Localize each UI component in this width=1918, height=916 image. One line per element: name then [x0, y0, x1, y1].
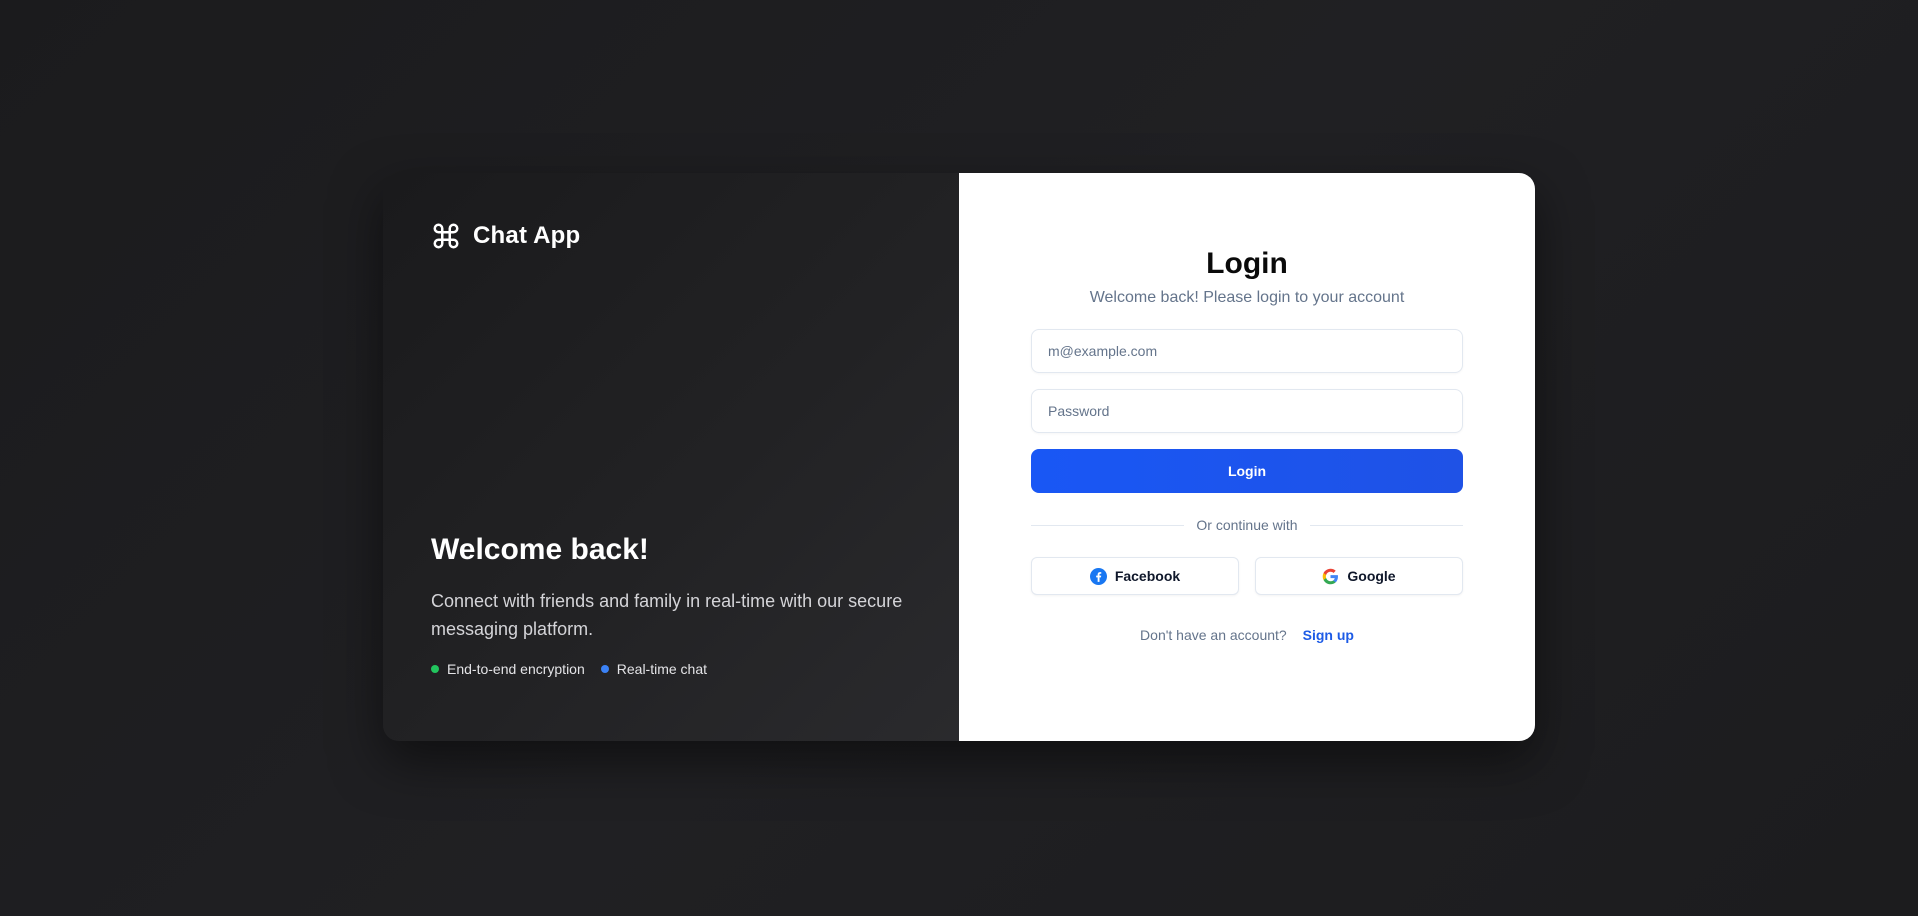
facebook-icon [1089, 567, 1107, 585]
hero-description: Connect with friends and family in real-… [431, 591, 903, 639]
password-field[interactable] [1031, 389, 1463, 433]
login-button[interactable]: Login [1031, 449, 1463, 493]
login-panel: Login Welcome back! Please login to your… [959, 173, 1535, 741]
facebook-label: Facebook [1114, 568, 1181, 584]
email-field[interactable] [1031, 329, 1463, 373]
green-dot-icon [431, 665, 439, 673]
google-label: Google [1347, 568, 1396, 584]
social-login-buttons: Facebook Google [1031, 557, 1463, 595]
hero-title: Welcome back! [431, 533, 649, 566]
hero-section: Welcome back! Connect with friends and f… [431, 533, 921, 677]
signup-row: Don't have an account? Sign up [1031, 627, 1463, 643]
login-card: Chat App Welcome back! Connect with frie… [383, 173, 1535, 741]
google-login-button[interactable]: Google [1255, 557, 1463, 595]
login-subtitle: Welcome back! Please login to your accou… [1089, 289, 1405, 306]
welcome-panel: Chat App Welcome back! Connect with frie… [383, 173, 959, 741]
login-form: Login Welcome back! Please login to your… [1031, 245, 1464, 643]
google-icon [1322, 568, 1339, 585]
feature-item-encryption: End-to-end encryption [431, 661, 585, 677]
login-title: Login [1206, 247, 1288, 280]
facebook-login-button[interactable]: Facebook [1031, 557, 1239, 595]
feature-list: End-to-end encryption Real-time chat [431, 661, 921, 677]
feature-item-realtime: Real-time chat [600, 661, 708, 677]
divider-line [1031, 524, 1185, 526]
signup-prompt: Don't have an account? [1140, 627, 1287, 643]
feature-label: Real-time chat [616, 661, 708, 677]
blue-dot-icon [600, 665, 609, 673]
brand: Chat App [431, 221, 580, 251]
command-icon [431, 221, 461, 251]
feature-label: End-to-end encryption [447, 661, 585, 677]
divider-line [1309, 524, 1464, 526]
signup-link[interactable]: Sign up [1303, 627, 1354, 643]
brand-name: Chat App [473, 222, 581, 249]
divider: Or continue with [1031, 517, 1464, 533]
divider-text: Or continue with [1196, 517, 1298, 533]
